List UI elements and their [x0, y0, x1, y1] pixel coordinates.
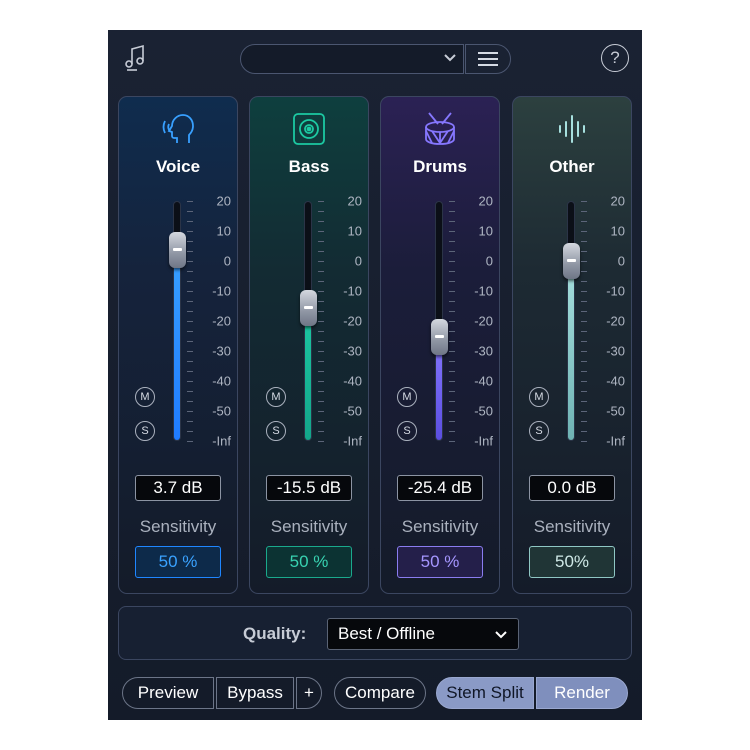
scale-label: -10	[343, 283, 362, 299]
scale-label: -30	[474, 343, 493, 359]
quality-panel: Quality: Best / Offline	[118, 606, 632, 660]
scale-label: -50	[474, 403, 493, 419]
level-slider-handle[interactable]	[563, 243, 580, 279]
mute-button[interactable]: M	[529, 387, 549, 407]
db-value-field[interactable]: 3.7 dB	[135, 475, 221, 501]
scale-label: -10	[474, 283, 493, 299]
scale-label: 0	[485, 253, 493, 269]
chevron-down-icon	[495, 631, 507, 639]
stem-split-button[interactable]: Stem Split	[436, 677, 534, 709]
scale-label: 20	[216, 193, 231, 209]
solo-button[interactable]: S	[529, 421, 549, 441]
db-scale: 20 10 0 -10 -20 -30 -40 -50 -Inf	[187, 194, 233, 449]
scale-label: -40	[212, 373, 231, 389]
scale-label: -Inf	[606, 433, 625, 449]
sensitivity-field[interactable]: 50%	[529, 546, 615, 578]
db-scale: 20 10 0 -10 -20 -30 -40 -50 -Inf	[581, 194, 627, 449]
scale-label: -Inf	[343, 433, 362, 449]
scale-label: -40	[474, 373, 493, 389]
scale-label: 20	[347, 193, 362, 209]
stem-panel-drums: Drums M S 20 10 0 -10 -20 -30 -40 -50 -Inf -25.4 dB S…	[380, 96, 500, 594]
sensitivity-label: Sensitivity	[401, 517, 479, 536]
mute-button[interactable]: M	[135, 387, 155, 407]
scale-label: -10	[606, 283, 625, 299]
scale-label: 10	[216, 223, 231, 239]
stem-panel-voice: Voice M S 20 10 0 -10 -20 -30 -40 -50 -Inf 3.7 dB Sen…	[118, 96, 238, 594]
level-fill	[174, 248, 180, 440]
level-slider-track[interactable]	[567, 201, 575, 441]
stem-name: Drums	[413, 157, 467, 176]
stem-name: Bass	[288, 157, 330, 176]
stem-separator-plugin: ? Voice M S 20 10 0 -10 -20 -30 -40 -50 -Inf 3.7 dB S…	[108, 30, 642, 720]
stem-panel-bass: Bass M S 20 10 0 -10 -20 -30 -40 -50 -Inf -15.5 dB Se…	[249, 96, 369, 594]
scale-label: 20	[610, 193, 625, 209]
preview-button[interactable]: Preview	[122, 677, 214, 709]
bypass-button[interactable]: Bypass	[216, 677, 294, 709]
mute-button[interactable]: M	[266, 387, 286, 407]
sensitivity-label: Sensitivity	[270, 517, 348, 536]
mute-button[interactable]: M	[397, 387, 417, 407]
db-value-field[interactable]: -15.5 dB	[266, 475, 352, 501]
scale-label: -50	[212, 403, 231, 419]
level-slider-handle[interactable]	[431, 319, 448, 356]
scale-label: -50	[606, 403, 625, 419]
music-notes-icon[interactable]	[122, 44, 148, 72]
scale-label: -20	[606, 313, 625, 329]
scale-label: 10	[347, 223, 362, 239]
scale-label: -40	[606, 373, 625, 389]
compare-button[interactable]: Compare	[334, 677, 426, 709]
scale-label: -20	[474, 313, 493, 329]
db-scale: 20 10 0 -10 -20 -30 -40 -50 -Inf	[318, 194, 364, 449]
voice-head-icon	[157, 111, 199, 147]
solo-button[interactable]: S	[266, 421, 286, 441]
level-fill	[568, 260, 574, 440]
stem-name: Other	[549, 157, 595, 176]
sensitivity-field[interactable]: 50 %	[266, 546, 352, 578]
quality-select[interactable]: Best / Offline	[327, 618, 519, 650]
sensitivity-field[interactable]: 50 %	[135, 546, 221, 578]
scale-label: -50	[343, 403, 362, 419]
scale-label: -30	[606, 343, 625, 359]
sensitivity-label: Sensitivity	[533, 517, 611, 536]
level-slider-handle[interactable]	[169, 231, 186, 268]
scale-label: -10	[212, 283, 231, 299]
solo-button[interactable]: S	[397, 421, 417, 441]
scale-label: 20	[478, 193, 493, 209]
scale-label: 10	[478, 223, 493, 239]
scale-label: -20	[343, 313, 362, 329]
stem-name: Voice	[155, 157, 201, 176]
stem-panel-other: Other M S 20 10 0 -10 -20 -30 -40 -50 -Inf 0.0 dB Sen…	[512, 96, 632, 594]
help-symbol: ?	[610, 48, 620, 67]
scale-label: -30	[212, 343, 231, 359]
level-fill	[305, 306, 311, 440]
scale-label: -Inf	[474, 433, 493, 449]
speaker-icon	[288, 111, 330, 147]
solo-button[interactable]: S	[135, 421, 155, 441]
scale-label: -20	[212, 313, 231, 329]
db-scale: 20 10 0 -10 -20 -30 -40 -50 -Inf	[449, 194, 495, 449]
scale-label: 0	[354, 253, 362, 269]
scale-label: 0	[617, 253, 625, 269]
add-button[interactable]: +	[296, 677, 322, 709]
sensitivity-label: Sensitivity	[139, 517, 217, 536]
scale-label: 0	[223, 253, 231, 269]
drum-icon	[419, 111, 461, 147]
scale-label: -40	[343, 373, 362, 389]
quality-label: Quality:	[243, 624, 307, 643]
chevron-down-icon	[444, 54, 456, 62]
level-slider-handle[interactable]	[300, 289, 317, 326]
hamburger-menu-icon[interactable]	[465, 44, 511, 74]
quality-value: Best / Offline	[338, 624, 436, 643]
waveform-icon	[551, 111, 593, 147]
db-value-field[interactable]: 0.0 dB	[529, 475, 615, 501]
preset-select[interactable]	[240, 44, 464, 74]
help-icon[interactable]: ?	[601, 44, 629, 72]
scale-label: -30	[343, 343, 362, 359]
scale-label: 10	[610, 223, 625, 239]
render-button[interactable]: Render	[536, 677, 628, 709]
sensitivity-field[interactable]: 50 %	[397, 546, 483, 578]
scale-label: -Inf	[212, 433, 231, 449]
db-value-field[interactable]: -25.4 dB	[397, 475, 483, 501]
